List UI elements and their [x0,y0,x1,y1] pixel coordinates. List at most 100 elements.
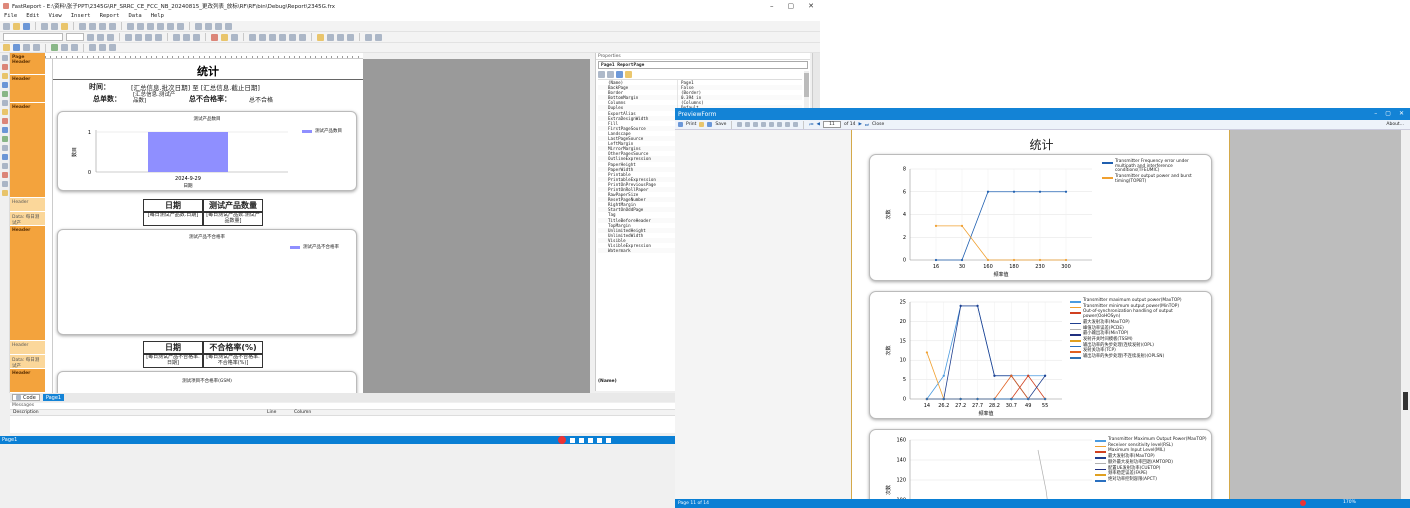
folder-icon[interactable] [3,44,10,51]
checkbox-object-icon[interactable] [1,136,8,142]
page-setup-icon[interactable] [793,122,799,127]
close-preview-button[interactable]: Close [872,122,884,127]
band-object-icon[interactable] [1,82,8,88]
preview-icon[interactable] [61,44,68,51]
outline-icon[interactable] [769,122,775,127]
arrange-back-icon[interactable] [99,44,106,51]
bold-icon[interactable] [87,33,94,41]
style-icon[interactable] [375,33,382,41]
time-value[interactable]: [汇总信息.批次日期] 至 [汇总信息.截止日期] [131,82,281,92]
edit-page-icon[interactable] [785,122,791,127]
ime-logo-icon-2[interactable] [1300,500,1306,506]
print-icon[interactable] [678,122,683,127]
valign-top-icon[interactable] [173,33,180,41]
gauge-object-icon[interactable] [1,181,8,187]
barcode-object-icon[interactable] [1,118,8,124]
chart-product-fail-rate[interactable]: 测试产品不合格率 测试产品不合格率 [57,229,357,335]
prev-page-icon[interactable]: ◀ [816,122,819,127]
preview-maximize[interactable]: ▢ [1385,110,1391,117]
tray-icon-4[interactable] [597,437,602,443]
table2-cell-rate[interactable]: [每日测试产品不合格率.不合格率(%)] [203,354,263,368]
maximize-button[interactable]: ▢ [788,2,795,10]
paste-icon[interactable] [61,22,68,30]
data-icon[interactable] [51,44,58,51]
map-object-icon[interactable] [1,172,8,178]
table1-header-date[interactable]: 日期 [143,199,203,212]
object-selector[interactable]: Page1 ReportPage [598,61,808,69]
col-line[interactable]: Line [267,410,294,415]
alphabetical-icon[interactable] [607,71,614,78]
band-1[interactable]: Header [10,75,45,103]
more-objects-icon[interactable] [1,190,8,196]
fail-value[interactable]: 总不合格 [249,95,273,104]
align-left-icon[interactable] [127,22,134,30]
ime-logo-icon[interactable] [558,436,566,444]
menu-report[interactable]: Report [100,13,120,19]
align-middle-icon[interactable] [167,22,174,30]
print-button[interactable]: Print [686,122,696,127]
properties-tab-icon[interactable] [616,71,623,78]
band-7[interactable]: Data: 每日测试产 [10,355,45,369]
band-5[interactable]: Header [10,226,45,341]
shadow-icon[interactable] [365,33,372,41]
valign-bottom-icon[interactable] [193,33,200,41]
shape-object-icon[interactable] [1,100,8,106]
band-2[interactable]: Header [10,103,45,198]
text-align-center-icon[interactable] [135,33,142,41]
redo-icon[interactable] [89,22,96,30]
border-right-icon[interactable] [279,33,286,41]
picture-object-icon[interactable] [1,73,8,79]
group-icon[interactable] [99,22,106,30]
save-button[interactable]: Save [715,122,726,127]
band-4[interactable]: Data: 每日测试产 [10,212,45,226]
border-bottom-icon[interactable] [259,33,266,41]
chart-gsm-fail-rate[interactable]: 测试项目不合格率(GSM) [57,371,357,393]
save-icon[interactable] [23,22,30,30]
menu-view[interactable]: View [49,13,62,19]
border-left-icon[interactable] [269,33,276,41]
open-icon[interactable] [13,22,20,30]
tab-page1[interactable]: Page1 [42,394,65,401]
col-column[interactable]: Column [294,410,334,415]
close-button[interactable]: ✕ [808,2,814,10]
tray-icon-1[interactable] [570,437,575,443]
report-title[interactable]: 统计 [53,63,363,79]
border-all-icon[interactable] [289,33,296,41]
valign-middle-icon[interactable] [183,33,190,41]
menu-insert[interactable]: Insert [71,13,91,19]
font-size-combo[interactable] [66,33,84,41]
table2-header-date[interactable]: 日期 [143,341,203,354]
zoom-level[interactable]: 170% [1343,500,1356,505]
zoom-out-icon[interactable] [761,122,767,127]
undo-icon[interactable] [79,22,86,30]
events-tab-icon[interactable] [625,71,632,78]
align-right-icon[interactable] [147,22,154,30]
email-icon[interactable] [737,122,743,127]
about-button[interactable]: About... [1386,122,1404,127]
text-object-icon[interactable] [1,64,8,70]
table1-cell-date[interactable]: [每日测试产品数.日期] [143,212,203,226]
find-icon[interactable] [745,122,751,127]
col-description[interactable]: Description [10,410,267,415]
matrix-object-icon[interactable] [1,163,8,169]
subreport-object-icon[interactable] [1,154,8,160]
zoom-in-icon[interactable] [753,122,759,127]
total-value[interactable]: [汇总信息.测试产品数] [133,92,179,106]
brush-icon[interactable] [109,44,116,51]
table1-header-count[interactable]: 测试产品数量 [203,199,263,212]
preview-close[interactable]: ✕ [1399,110,1404,117]
menu-data[interactable]: Data [129,13,142,19]
menu-file[interactable]: File [4,13,17,19]
menu-help[interactable]: Help [151,13,164,19]
fill-color-icon[interactable] [317,33,324,41]
border-top-icon[interactable] [249,33,256,41]
line-object-icon[interactable] [1,109,8,115]
page-icon[interactable] [13,44,20,51]
page-number-input[interactable]: 11 [822,121,841,128]
last-page-icon[interactable]: ⏭ [865,122,869,128]
preview-minimize[interactable]: – [1374,110,1377,117]
minimize-button[interactable]: – [770,2,774,10]
tray-icon-5[interactable] [606,437,611,443]
next-page-icon[interactable]: ▶ [858,122,861,127]
thumbnails-icon[interactable] [777,122,783,127]
